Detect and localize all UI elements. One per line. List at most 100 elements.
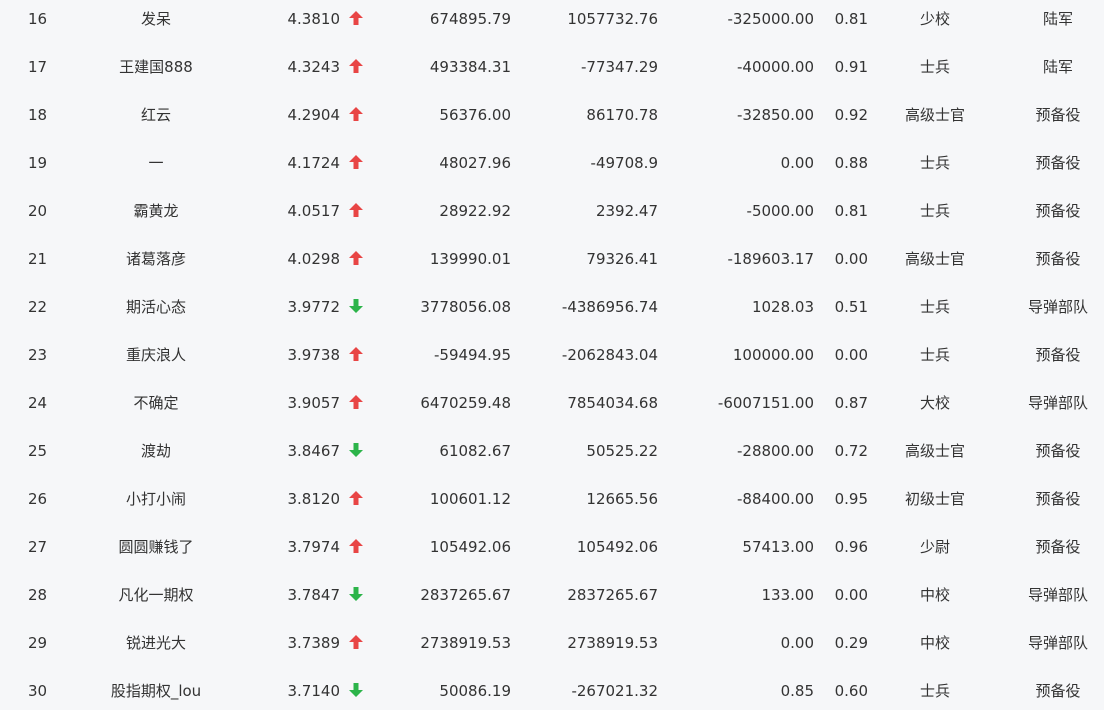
arrow-up-icon [349, 203, 363, 217]
table-row[interactable]: 25 渡劫 3.8467 61082.67 50525.22 -28800.00… [0, 427, 1104, 475]
military-rank-cell: 初级士官 [904, 490, 965, 508]
unit-cell: 陆军 [1042, 58, 1073, 76]
value-b-cell: -267021.32 [571, 682, 658, 700]
value-b-cell: -2062843.04 [561, 346, 658, 364]
table-row[interactable]: 18 红云 4.2904 56376.00 86170.78 -32850.00… [0, 91, 1104, 139]
trend-cell [346, 523, 366, 571]
table-row[interactable]: 24 不确定 3.9057 6470259.48 7854034.68 -600… [0, 379, 1104, 427]
table-row[interactable]: 26 小打小闹 3.8120 100601.12 12665.56 -88400… [0, 475, 1104, 523]
table-row[interactable]: 21 诸葛落彦 4.0298 139990.01 79326.41 -18960… [0, 235, 1104, 283]
name-cell[interactable]: 重庆浪人 [86, 331, 226, 379]
name-cell[interactable]: 股指期权_lou [86, 667, 226, 710]
unit-cell: 预备役 [1035, 442, 1081, 460]
name-cell[interactable]: 王建国888 [86, 43, 226, 91]
value-a-cell: 2738919.53 [420, 634, 511, 652]
table-row[interactable]: 17 王建国888 4.3243 493384.31 -77347.29 -40… [0, 43, 1104, 91]
value-c-cell: -32850.00 [737, 106, 814, 124]
score-cell: 4.0517 [287, 202, 341, 220]
table-row[interactable]: 19 一 4.1724 48027.96 -49708.9 0.00 0.88 … [0, 139, 1104, 187]
arrow-up-icon [349, 11, 363, 25]
unit-cell: 预备役 [1035, 346, 1081, 364]
name-cell[interactable]: 渡劫 [86, 427, 226, 475]
rank-cell: 17 [28, 58, 48, 76]
table-row[interactable]: 23 重庆浪人 3.9738 -59494.95 -2062843.04 100… [0, 331, 1104, 379]
arrow-up-icon [349, 347, 363, 361]
value-c-cell: -325000.00 [727, 10, 814, 28]
value-c-cell: -40000.00 [737, 58, 814, 76]
military-rank-cell: 士兵 [919, 346, 950, 364]
name-cell[interactable]: 圆圆赚钱了 [86, 523, 226, 571]
table-row[interactable]: 16 发呆 4.3810 674895.79 1057732.76 -32500… [0, 0, 1104, 43]
score-cell: 3.7847 [287, 586, 341, 604]
value-b-cell: 1057732.76 [567, 10, 658, 28]
score-cell: 3.9057 [287, 394, 341, 412]
value-c-cell: 100000.00 [732, 346, 814, 364]
name-cell[interactable]: 期活心态 [86, 283, 226, 331]
table-row[interactable]: 27 圆圆赚钱了 3.7974 105492.06 105492.06 5741… [0, 523, 1104, 571]
value-a-cell: -59494.95 [434, 346, 511, 364]
value-c-cell: 0.85 [780, 682, 814, 700]
military-rank-cell: 中校 [919, 634, 950, 652]
military-rank-cell: 士兵 [919, 154, 950, 172]
name-cell[interactable]: 发呆 [86, 0, 226, 43]
trend-cell [346, 331, 366, 379]
name-cell[interactable]: 不确定 [86, 379, 226, 427]
trend-cell [346, 91, 366, 139]
unit-cell: 导弹部队 [1027, 394, 1088, 412]
ratio-cell: 0.51 [834, 298, 868, 316]
value-a-cell: 100601.12 [429, 490, 511, 508]
arrow-up-icon [349, 395, 363, 409]
score-cell: 4.3810 [287, 10, 341, 28]
ratio-cell: 0.87 [834, 394, 868, 412]
table-row[interactable]: 22 期活心态 3.9772 3778056.08 -4386956.74 10… [0, 283, 1104, 331]
value-c-cell: -5000.00 [746, 202, 814, 220]
rank-cell: 16 [28, 10, 48, 28]
arrow-up-icon [349, 107, 363, 121]
ratio-cell: 0.00 [834, 250, 868, 268]
score-cell: 3.8467 [287, 442, 341, 460]
value-b-cell: -49708.9 [590, 154, 658, 172]
rank-cell: 25 [28, 442, 48, 460]
table-row[interactable]: 20 霸黄龙 4.0517 28922.92 2392.47 -5000.00 … [0, 187, 1104, 235]
rank-cell: 24 [28, 394, 48, 412]
name-cell[interactable]: 红云 [86, 91, 226, 139]
name-cell[interactable]: 霸黄龙 [86, 187, 226, 235]
trend-cell [346, 379, 366, 427]
name-cell[interactable]: 凡化一期权 [86, 571, 226, 619]
value-c-cell: -6007151.00 [717, 394, 814, 412]
arrow-up-icon [349, 59, 363, 73]
table-row[interactable]: 28 凡化一期权 3.7847 2837265.67 2837265.67 13… [0, 571, 1104, 619]
ratio-cell: 0.95 [834, 490, 868, 508]
score-cell: 3.7389 [287, 634, 341, 652]
ratio-cell: 0.88 [834, 154, 868, 172]
ratio-cell: 0.92 [834, 106, 868, 124]
table-row[interactable]: 29 锐进光大 3.7389 2738919.53 2738919.53 0.0… [0, 619, 1104, 667]
value-a-cell: 6470259.48 [420, 394, 511, 412]
military-rank-cell: 士兵 [919, 202, 950, 220]
name-cell[interactable]: 一 [86, 139, 226, 187]
table-row[interactable]: 30 股指期权_lou 3.7140 50086.19 -267021.32 0… [0, 667, 1104, 710]
military-rank-cell: 士兵 [919, 58, 950, 76]
value-a-cell: 105492.06 [429, 538, 511, 556]
trend-cell [346, 571, 366, 619]
trend-cell [346, 0, 366, 43]
value-c-cell: 133.00 [761, 586, 815, 604]
value-c-cell: -28800.00 [737, 442, 814, 460]
value-b-cell: 7854034.68 [567, 394, 658, 412]
arrow-up-icon [349, 635, 363, 649]
arrow-up-icon [349, 491, 363, 505]
rank-cell: 26 [28, 490, 48, 508]
name-cell[interactable]: 诸葛落彦 [86, 235, 226, 283]
arrow-up-icon [349, 539, 363, 553]
military-rank-cell: 士兵 [919, 682, 950, 700]
trend-cell [346, 139, 366, 187]
value-b-cell: 2392.47 [595, 202, 658, 220]
name-cell[interactable]: 锐进光大 [86, 619, 226, 667]
score-cell: 4.1724 [287, 154, 341, 172]
ratio-cell: 0.81 [834, 202, 868, 220]
arrow-down-icon [349, 443, 363, 457]
name-cell[interactable]: 小打小闹 [86, 475, 226, 523]
rank-cell: 21 [28, 250, 48, 268]
unit-cell: 陆军 [1042, 10, 1073, 28]
score-cell: 3.8120 [287, 490, 341, 508]
